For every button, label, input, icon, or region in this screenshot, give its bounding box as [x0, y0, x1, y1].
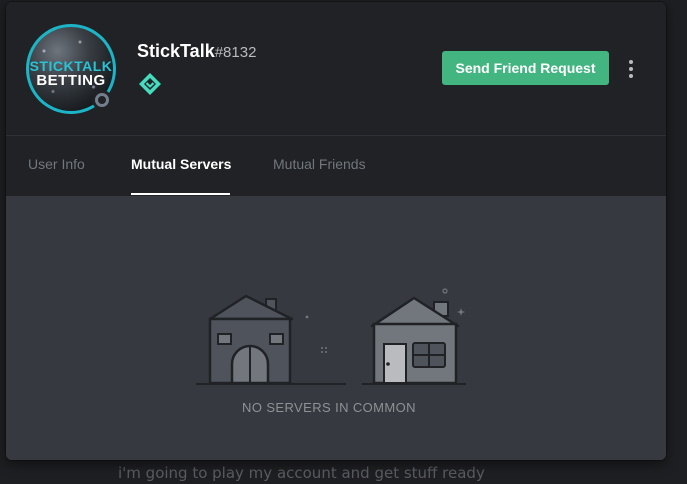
discriminator: #8132 — [214, 44, 257, 61]
username-tag: StickTalk#8132 — [137, 41, 256, 62]
tab-mutual-friends[interactable]: Mutual Friends — [273, 156, 366, 172]
empty-state-message: NO SERVERS IN COMMON — [242, 400, 416, 415]
profile-tabs: User Info Mutual Servers Mutual Friends — [6, 135, 666, 197]
more-options-icon[interactable] — [622, 56, 640, 82]
user-profile-modal: STICKTALK BETTING StickTalk#8132 Send Fr… — [6, 2, 666, 460]
background-chat-message: i'm going to play my account and get stu… — [118, 464, 485, 482]
avatar-text-line2: BETTING — [36, 72, 106, 89]
hypesquad-balance-badge-icon[interactable] — [138, 72, 162, 96]
offline-status-icon — [92, 90, 112, 110]
profile-header: STICKTALK BETTING StickTalk#8132 Send Fr… — [6, 2, 666, 135]
send-friend-request-button[interactable]: Send Friend Request — [442, 51, 609, 85]
mutual-servers-panel: NO SERVERS IN COMMON — [6, 196, 666, 460]
tab-mutual-servers[interactable]: Mutual Servers — [131, 156, 231, 172]
two-houses-no-connection-icon — [196, 288, 466, 385]
right-house-icon — [370, 296, 460, 385]
avatar[interactable]: STICKTALK BETTING — [26, 24, 116, 114]
tab-user-info[interactable]: User Info — [28, 156, 85, 172]
active-tab-indicator — [131, 193, 230, 195]
left-house-icon — [208, 294, 294, 385]
username: StickTalk — [137, 41, 215, 61]
